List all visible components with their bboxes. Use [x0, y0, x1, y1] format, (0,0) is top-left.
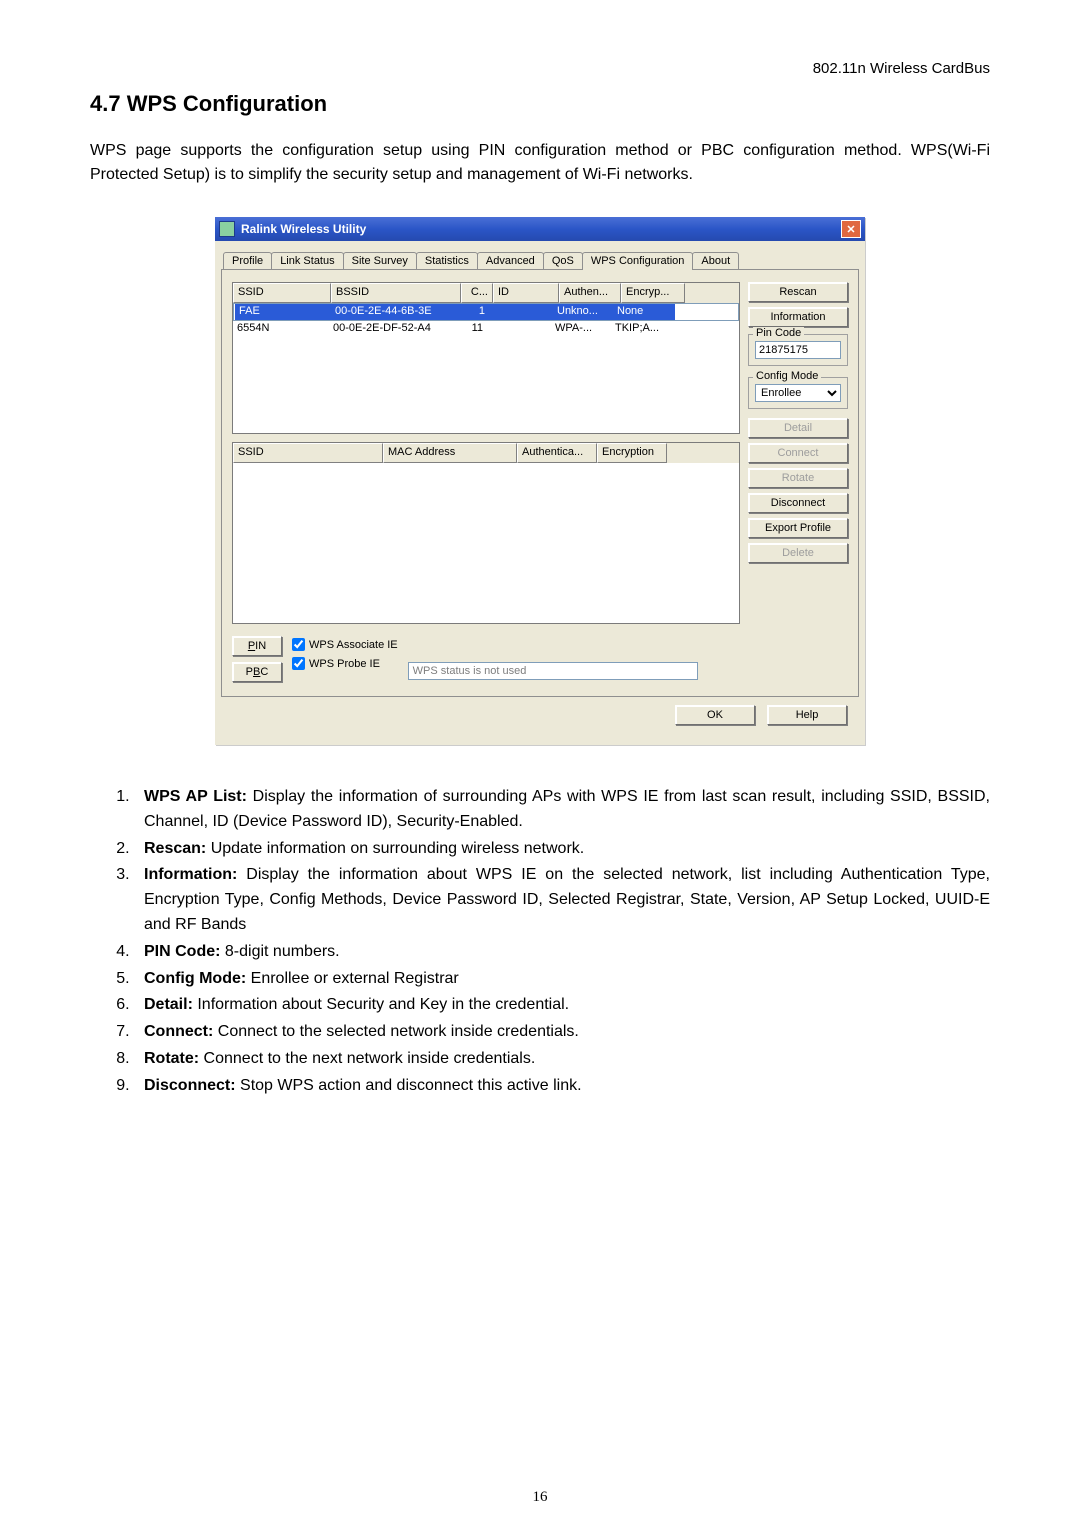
list-item: Config Mode: Enrollee or external Regist…: [134, 967, 990, 992]
delete-button[interactable]: Delete: [748, 543, 848, 563]
detail-button[interactable]: Detail: [748, 418, 848, 438]
config-mode-label: Config Mode: [753, 370, 821, 382]
description-list: WPS AP List: Display the information of …: [90, 785, 990, 1099]
connect-button[interactable]: Connect: [748, 443, 848, 463]
tab-qos[interactable]: QoS: [543, 252, 583, 269]
ap-row[interactable]: 6554N 00-0E-2E-DF-52-A4 11 WPA-... TKIP;…: [233, 321, 739, 337]
intro-text: WPS page supports the configuration setu…: [90, 139, 990, 187]
col-authen[interactable]: Authen...: [559, 283, 621, 303]
col-ssid[interactable]: SSID: [233, 283, 331, 303]
wps-window: Ralink Wireless Utility ✕ Profile Link S…: [215, 217, 865, 745]
col-channel[interactable]: C...: [461, 283, 493, 303]
col-auth2[interactable]: Authentica...: [517, 443, 597, 463]
config-mode-group: Config Mode Enrollee: [748, 377, 848, 409]
ap-list[interactable]: SSID BSSID C... ID Authen... Encryp... F…: [232, 282, 740, 434]
help-button[interactable]: Help: [767, 705, 847, 725]
credential-list[interactable]: SSID MAC Address Authentica... Encryptio…: [232, 442, 740, 624]
list-item: Detail: Information about Security and K…: [134, 993, 990, 1018]
list-item: Disconnect: Stop WPS action and disconne…: [134, 1074, 990, 1099]
list-item: Connect: Connect to the selected network…: [134, 1020, 990, 1045]
tab-site-survey[interactable]: Site Survey: [343, 252, 417, 269]
tab-wps-configuration[interactable]: WPS Configuration: [582, 252, 694, 270]
page-number: 16: [0, 1489, 1080, 1506]
ok-button[interactable]: OK: [675, 705, 755, 725]
pin-code-group: Pin Code: [748, 334, 848, 366]
wps-associate-ie-checkbox[interactable]: WPS Associate IE: [292, 638, 398, 651]
titlebar: Ralink Wireless Utility ✕: [215, 217, 865, 241]
credential-header: SSID MAC Address Authentica... Encryptio…: [233, 443, 739, 463]
tab-profile[interactable]: Profile: [223, 252, 272, 269]
tabstrip: Profile Link Status Site Survey Statisti…: [223, 251, 859, 269]
wps-status: WPS status is not used: [408, 662, 698, 680]
ap-row[interactable]: FAE 00-0E-2E-44-6B-3E 1 Unkno... None: [233, 303, 739, 321]
page-header: 802.11n Wireless CardBus: [90, 60, 990, 77]
col-id[interactable]: ID: [493, 283, 559, 303]
wps-probe-ie-checkbox[interactable]: WPS Probe IE: [292, 657, 398, 670]
tab-advanced[interactable]: Advanced: [477, 252, 544, 269]
list-item: WPS AP List: Display the information of …: [134, 785, 990, 835]
pin-button[interactable]: PIN: [232, 636, 282, 656]
col-bssid[interactable]: BSSID: [331, 283, 461, 303]
config-mode-select[interactable]: Enrollee: [755, 384, 841, 402]
tab-about[interactable]: About: [692, 252, 739, 269]
app-icon: [219, 221, 235, 237]
col-enc2[interactable]: Encryption: [597, 443, 667, 463]
export-profile-button[interactable]: Export Profile: [748, 518, 848, 538]
ap-list-header: SSID BSSID C... ID Authen... Encryp...: [233, 283, 739, 303]
col-encryp[interactable]: Encryp...: [621, 283, 685, 303]
rotate-button[interactable]: Rotate: [748, 468, 848, 488]
pin-code-input[interactable]: [755, 341, 841, 359]
information-button[interactable]: Information: [748, 307, 848, 327]
col-mac[interactable]: MAC Address: [383, 443, 517, 463]
list-item: Information: Display the information abo…: [134, 863, 990, 937]
col-ssid2[interactable]: SSID: [233, 443, 383, 463]
list-item: PIN Code: 8-digit numbers.: [134, 940, 990, 965]
pbc-button[interactable]: PBC: [232, 662, 282, 682]
tab-content: SSID BSSID C... ID Authen... Encryp... F…: [221, 269, 859, 697]
disconnect-button[interactable]: Disconnect: [748, 493, 848, 513]
close-icon[interactable]: ✕: [841, 220, 861, 238]
section-heading: 4.7 WPS Configuration: [90, 91, 990, 117]
pin-code-label: Pin Code: [753, 327, 804, 339]
tab-statistics[interactable]: Statistics: [416, 252, 478, 269]
list-item: Rotate: Connect to the next network insi…: [134, 1047, 990, 1072]
rescan-button[interactable]: Rescan: [748, 282, 848, 302]
tab-link-status[interactable]: Link Status: [271, 252, 343, 269]
window-title: Ralink Wireless Utility: [241, 222, 366, 236]
list-item: Rescan: Update information on surroundin…: [134, 837, 990, 862]
